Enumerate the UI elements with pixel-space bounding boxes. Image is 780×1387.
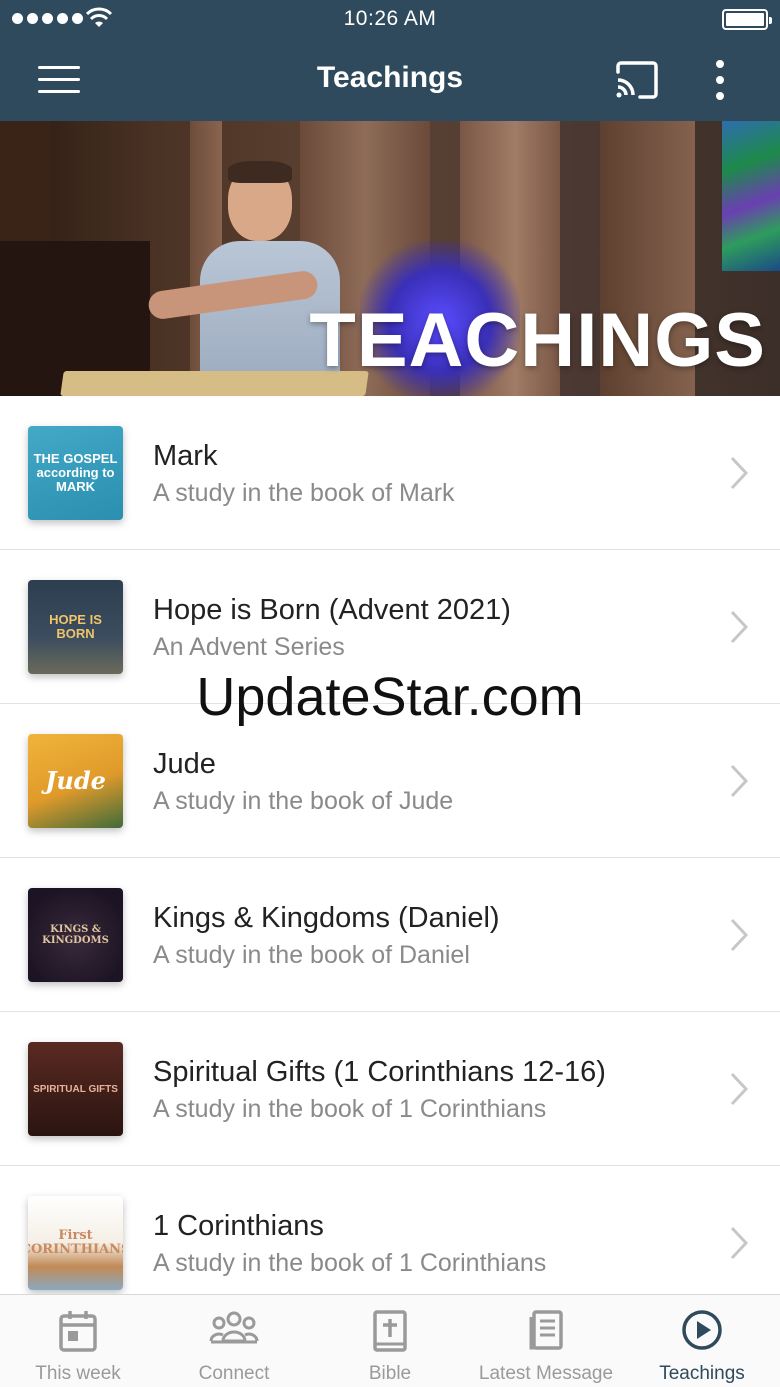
- chevron-right-icon: [730, 1226, 749, 1260]
- teaching-row-mark[interactable]: THE GOSPEL according to MARK Mark A stud…: [0, 396, 780, 550]
- series-artwork: THE GOSPEL according to MARK: [28, 426, 123, 520]
- tab-this-week[interactable]: This week: [0, 1295, 156, 1387]
- cast-icon[interactable]: [614, 60, 660, 100]
- tab-label: Latest Message: [478, 1363, 614, 1384]
- bible-icon: [373, 1310, 407, 1352]
- teaching-title: 1 Corinthians: [153, 1210, 324, 1242]
- teaching-title: Hope is Born (Advent 2021): [153, 594, 511, 626]
- series-artwork: SPIRITUAL GIFTS: [28, 1042, 123, 1136]
- book-icon: [529, 1310, 563, 1350]
- more-options-icon[interactable]: [708, 58, 732, 102]
- series-artwork: Jude: [28, 734, 123, 828]
- tab-label: Connect: [198, 1363, 270, 1384]
- bottom-tab-bar: This week Connect Bible Latest Message T…: [0, 1294, 780, 1387]
- people-icon: [209, 1311, 259, 1344]
- tab-label: This week: [35, 1363, 121, 1384]
- teaching-row-1-corinthians[interactable]: First CORINTHIANS 1 Corinthians A study …: [0, 1166, 780, 1294]
- tab-connect[interactable]: Connect: [156, 1295, 312, 1387]
- battery-icon: [722, 9, 772, 30]
- hero-banner: TEACHINGS: [0, 121, 780, 396]
- status-bar: 10:26 AM: [0, 0, 780, 40]
- chevron-right-icon: [730, 456, 749, 490]
- chevron-right-icon: [730, 764, 749, 798]
- tab-latest-message[interactable]: Latest Message: [468, 1295, 624, 1387]
- teaching-title: Kings & Kingdoms (Daniel): [153, 902, 500, 934]
- hero-title: TEACHINGS: [309, 298, 766, 383]
- teaching-subtitle: A study in the book of Mark: [153, 479, 455, 507]
- tab-label: Teachings: [659, 1363, 745, 1384]
- teaching-row-hope-is-born[interactable]: HOPE IS BORN Hope is Born (Advent 2021) …: [0, 550, 780, 704]
- teaching-subtitle: A study in the book of 1 Corinthians: [153, 1095, 547, 1123]
- status-time: 10:26 AM: [343, 7, 437, 30]
- page-title: Teachings: [316, 61, 464, 94]
- series-artwork: HOPE IS BORN: [28, 580, 123, 674]
- calendar-icon: [59, 1311, 97, 1352]
- menu-icon[interactable]: [38, 64, 80, 96]
- tab-teachings[interactable]: Teachings: [624, 1295, 780, 1387]
- teaching-row-jude[interactable]: Jude Jude A study in the book of Jude: [0, 704, 780, 858]
- teaching-subtitle: A study in the book of Jude: [153, 787, 454, 815]
- teaching-subtitle: A study in the book of 1 Corinthians: [153, 1249, 547, 1277]
- series-artwork: KINGS & KINGDOMS: [28, 888, 123, 982]
- teaching-row-spiritual-gifts[interactable]: SPIRITUAL GIFTS Spiritual Gifts (1 Corin…: [0, 1012, 780, 1166]
- chevron-right-icon: [730, 610, 749, 644]
- teachings-list: THE GOSPEL according to MARK Mark A stud…: [0, 396, 780, 1294]
- chevron-right-icon: [730, 1072, 749, 1106]
- teaching-title: Mark: [153, 440, 218, 472]
- teaching-title: Spiritual Gifts (1 Corinthians 12-16): [153, 1056, 606, 1088]
- chevron-right-icon: [730, 918, 749, 952]
- series-artwork: First CORINTHIANS: [28, 1196, 123, 1290]
- teaching-subtitle: An Advent Series: [153, 633, 345, 661]
- top-bar: 10:26 AM Teachings: [0, 0, 780, 121]
- teaching-subtitle: A study in the book of Daniel: [153, 941, 470, 969]
- teaching-title: Jude: [153, 748, 216, 780]
- stained-glass-window: [722, 121, 780, 271]
- teaching-row-kings-kingdoms[interactable]: KINGS & KINGDOMS Kings & Kingdoms (Danie…: [0, 858, 780, 1012]
- play-circle-icon: [682, 1310, 722, 1350]
- tab-label: Bible: [368, 1363, 412, 1384]
- tab-bible[interactable]: Bible: [312, 1295, 468, 1387]
